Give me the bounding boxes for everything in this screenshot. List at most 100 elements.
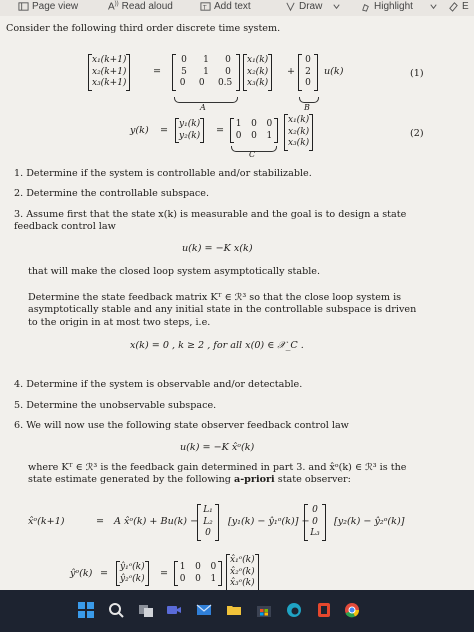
state-next-vector: x₁(k+1) x₂(k+1) x₃(k+1) [88, 54, 131, 91]
read-aloud-label: Read aloud [121, 1, 173, 13]
vector-entry: x̂₁ᵒ(k) [230, 555, 255, 565]
state-vector: x₁(k) x₂(k) x₃(k) [243, 54, 273, 91]
highlight-label: Highlight [374, 1, 413, 12]
plus-sign: + [287, 66, 296, 77]
matrix-entry: 0.5 [217, 78, 233, 88]
paragraph-text: where Kᵀ ∈ ℛ³ is the feedback gain deter… [28, 462, 428, 487]
vector-entry: x̂₂ᵒ(k) [230, 566, 255, 577]
erase-button[interactable]: E [448, 1, 469, 12]
erase-label: E [462, 1, 469, 12]
output-estimate-vector: ŷ₁ᵒ(k) ŷ₂ᵒ(k) [116, 561, 149, 586]
windows-start-icon[interactable] [76, 600, 96, 620]
observer-gain-l3: 0 0 L₃ [304, 504, 326, 541]
vector-entry: x̂₃ᵒ(k) [230, 578, 255, 588]
output-y: y(k) [130, 125, 149, 136]
video-icon[interactable] [164, 600, 184, 620]
chrome-icon[interactable] [342, 600, 362, 620]
matrix-entry: 1 [266, 130, 273, 141]
add-text-icon: T [200, 2, 211, 11]
observer-gain-l: L₁ L₂ 0 [197, 504, 219, 541]
page-view-icon [18, 2, 29, 11]
list-item: 6. We will now use the following state o… [14, 420, 349, 431]
output-vector: y₁(k) y₂(k) [175, 118, 205, 143]
matrix-entry: 0 [195, 562, 201, 572]
matrix-entry: 0 [266, 119, 273, 129]
matrix-entry: 0 [305, 55, 311, 65]
vector-entry: 0 [205, 528, 211, 538]
search-icon[interactable] [106, 600, 126, 620]
matrix-c: 100 001 [230, 118, 278, 143]
vector-entry: y₂(k) [179, 130, 201, 141]
matrix-entry: 0 [210, 562, 217, 572]
chevron-down-icon [333, 4, 340, 10]
matrix-entry: 5 [181, 66, 187, 77]
vector-entry: x₂(k+1) [92, 66, 127, 77]
brace-a [174, 97, 238, 103]
a-priori-bold-text: a-priori [233, 474, 275, 486]
read-aloud-button[interactable]: A)) Read aloud [108, 1, 173, 12]
edge-icon[interactable] [284, 600, 304, 620]
paragraph-text: that will make the closed loop system as… [28, 266, 321, 277]
control-law-equation: u(k) = −K x(k) [182, 243, 253, 254]
vector-entry: L₁ [203, 505, 213, 515]
matrix-c-observer: 100 001 [174, 561, 222, 586]
office-icon[interactable] [314, 600, 334, 620]
matrix-entry: 0 [198, 78, 205, 88]
matrix-entry: 0 [225, 66, 231, 77]
file-explorer-icon[interactable] [224, 600, 244, 620]
vector-entry: x₃(k+1) [92, 78, 127, 88]
vector-entry: L₂ [203, 516, 213, 527]
vector-entry: x₃(k) [288, 138, 310, 148]
draw-options-chevron[interactable] [331, 1, 342, 12]
output-estimate-lhs: ŷᵒ(k) [70, 568, 93, 579]
read-aloud-icon: A)) [108, 1, 119, 13]
vector-entry: L₃ [310, 528, 320, 538]
state-vector: x₁(k) x₂(k) x₃(k) [284, 114, 314, 151]
vector-entry: x₃(k) [247, 78, 269, 88]
vector-entry: 0 [312, 516, 318, 527]
document-page: Consider the following third order discr… [0, 16, 474, 590]
highlight-button[interactable]: Highlight [360, 1, 413, 12]
matrix-a: 010 510 0 0 0.5 [172, 54, 240, 91]
list-item: 4. Determine if the system is observable… [14, 379, 303, 390]
observer-lhs: x̂ᵒ(k+1) [28, 516, 65, 527]
page-view-button[interactable]: Page view [18, 1, 78, 12]
highlight-options-chevron[interactable] [428, 1, 439, 12]
draw-label: Draw [299, 1, 323, 12]
task-view-icon[interactable] [136, 600, 156, 620]
vector-entry: 0 [312, 505, 318, 515]
draw-button[interactable]: Draw [285, 1, 322, 12]
matrix-entry: 1 [179, 562, 186, 572]
equation-number-1: (1) [410, 68, 424, 79]
matrix-entry: 0 [195, 573, 201, 584]
list-item: 3. Assume first that the state x(k) is m… [14, 209, 407, 233]
store-icon[interactable] [254, 600, 274, 620]
matrix-entry: 1 [235, 119, 242, 129]
add-text-button[interactable]: T Add text [200, 1, 251, 12]
matrix-entry: 0 [225, 55, 231, 65]
highlight-icon [362, 4, 369, 12]
observer-term: A x̂ᵒ(k) + Bu(k) − [114, 516, 199, 527]
observer-term: [y₂(k) − ŷ₂ᵒ(k)] [334, 516, 405, 527]
mail-icon[interactable] [194, 600, 214, 620]
draw-icon [286, 2, 295, 12]
equals-sign: = [216, 125, 225, 136]
label-a: A [200, 103, 206, 112]
matrix-entry: 0 [305, 78, 311, 88]
paragraph-text: Determine the state feedback matrix Kᵀ ∈… [28, 292, 417, 328]
matrix-entry: 1 [210, 573, 217, 584]
observer-control-law-equation: u(k) = −K x̂ᵒ(k) [180, 442, 255, 453]
eraser-icon [449, 2, 458, 12]
vector-entry: x₁(k) [247, 55, 269, 65]
paragraph-text: state observer: [277, 474, 351, 486]
state-estimate-vector: x̂₁ᵒ(k) x̂₂ᵒ(k) x̂₃ᵒ(k) [226, 554, 259, 590]
equals-sign: = [160, 568, 169, 579]
matrix-entry: 0 [181, 55, 187, 65]
observer-term: [y₁(k) − ŷ₁ᵒ(k)] − [228, 516, 310, 527]
vector-entry: x₁(k+1) [92, 55, 127, 65]
chevron-down-icon [430, 4, 437, 10]
vector-entry: ŷ₁ᵒ(k) [120, 562, 145, 572]
reader-toolbar: Page view A)) Read aloud T Add text Draw… [0, 0, 474, 17]
list-item: 1. Determine if the system is controllab… [14, 168, 312, 179]
add-text-label: Add text [214, 1, 251, 12]
